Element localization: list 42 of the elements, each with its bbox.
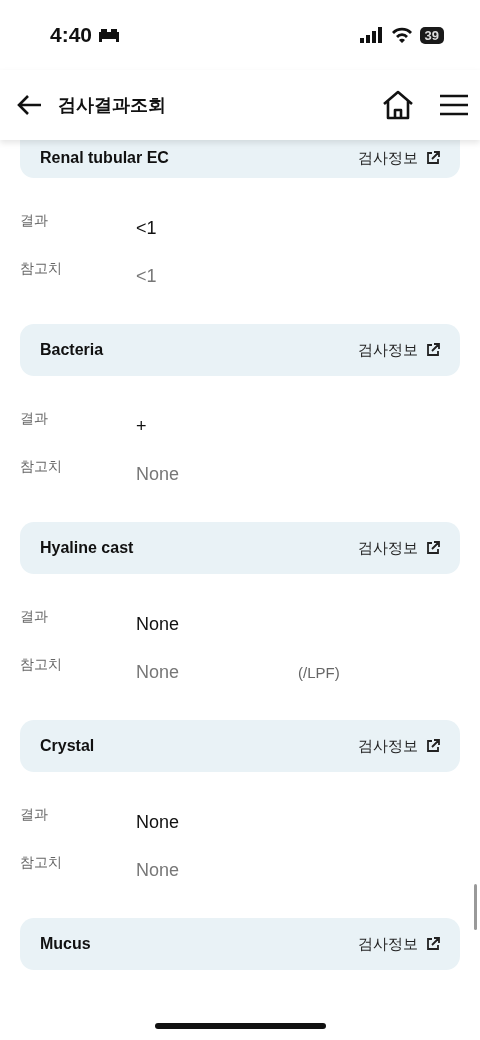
scroll-indicator (474, 884, 477, 930)
status-time: 4:40 (50, 23, 93, 47)
external-link-icon (426, 541, 440, 555)
test-name: Crystal (40, 737, 95, 755)
test-info-link[interactable]: 검사정보 (358, 538, 440, 558)
wifi-icon (390, 27, 413, 43)
reference-value: None (136, 859, 181, 881)
test-info-link[interactable]: 검사정보 (358, 148, 440, 168)
row-label: 참고치 (20, 655, 63, 674)
test-name: Renal tubular EC (40, 149, 169, 167)
reference-value: None (136, 661, 181, 683)
result-value: None (136, 613, 181, 635)
row-label: 결과 (20, 211, 49, 230)
row-label: 참고치 (20, 853, 63, 872)
row-label: 결과 (20, 607, 49, 626)
back-arrow-icon[interactable] (16, 94, 42, 116)
external-link-icon (426, 343, 440, 357)
bed-icon (98, 28, 121, 42)
reference-value: None (136, 463, 181, 485)
row-label: 참고치 (20, 457, 63, 476)
unit-text: (/LPF) (298, 663, 340, 681)
page-title: 검사결과조회 (58, 93, 167, 117)
external-link-icon (426, 739, 440, 753)
result-value: None (136, 811, 181, 833)
home-icon[interactable] (382, 90, 414, 120)
row-label: 결과 (20, 805, 49, 824)
test-name: Mucus (40, 935, 91, 953)
test-name: Bacteria (40, 341, 104, 359)
result-value: + (136, 415, 148, 437)
test-info-link[interactable]: 검사정보 (358, 340, 440, 360)
test-info-link[interactable]: 검사정보 (358, 736, 440, 756)
test-name: Hyaline cast (40, 539, 134, 557)
external-link-icon (426, 937, 440, 951)
row-label: 결과 (20, 409, 49, 428)
row-label: 참고치 (20, 259, 63, 278)
test-info-link[interactable]: 검사정보 (358, 934, 440, 954)
signal-icon (359, 27, 384, 43)
external-link-icon (426, 151, 440, 165)
result-value: <1 (136, 217, 158, 239)
reference-value: <1 (136, 265, 158, 287)
menu-icon[interactable] (440, 94, 468, 116)
battery-level: 39 (419, 26, 444, 44)
